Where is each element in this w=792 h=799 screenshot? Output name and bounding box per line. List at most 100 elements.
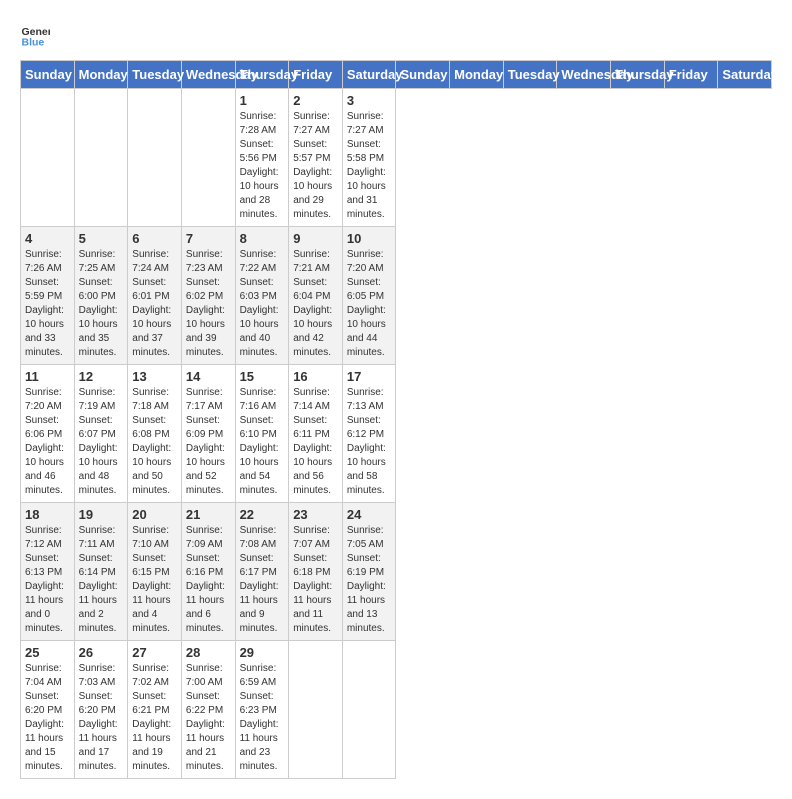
day-number: 27 — [132, 645, 177, 660]
day-number: 12 — [79, 369, 124, 384]
calendar-cell: 3Sunrise: 7:27 AM Sunset: 5:58 PM Daylig… — [342, 89, 396, 227]
calendar-table: SundayMondayTuesdayWednesdayThursdayFrid… — [20, 60, 772, 779]
day-info: Sunrise: 7:26 AM Sunset: 5:59 PM Dayligh… — [25, 248, 70, 360]
day-info: Sunrise: 7:11 AM Sunset: 6:14 PM Dayligh… — [79, 524, 124, 636]
week-row-2: 4 Sunrise: 7:26 AM Sunset: 5:59 PM Daylig… — [21, 227, 772, 365]
day-header-monday: Monday — [74, 61, 128, 89]
day-info: Sunrise: 7:08 AM Sunset: 6:17 PM Dayligh… — [240, 524, 285, 636]
calendar-cell: 10Sunrise: 7:20 AM Sunset: 6:05 PM Dayli… — [342, 227, 396, 365]
day-info: Sunrise: 7:07 AM Sunset: 6:18 PM Dayligh… — [293, 524, 338, 636]
calendar-cell: 18Sunrise: 7:12 AM Sunset: 6:13 PM Dayli… — [21, 503, 75, 641]
day-info: Sunrise: 7:24 AM Sunset: 6:01 PM Dayligh… — [132, 248, 177, 360]
day-info: Sunrise: 7:16 AM Sunset: 6:10 PM Dayligh… — [240, 386, 285, 498]
day-info: Sunrise: 7:17 AM Sunset: 6:09 PM Dayligh… — [186, 386, 231, 498]
day-number: 21 — [186, 507, 231, 522]
day-info: Sunrise: 7:03 AM Sunset: 6:20 PM Dayligh… — [79, 662, 124, 774]
calendar-cell: 26 Sunrise: 7:03 AM Sunset: 6:20 PM Dayli… — [74, 641, 128, 779]
day-number: 23 — [293, 507, 338, 522]
day-info: Sunrise: 7:19 AM Sunset: 6:07 PM Dayligh… — [79, 386, 124, 498]
calendar-cell: 6 Sunrise: 7:24 AM Sunset: 6:01 PM Daylig… — [128, 227, 182, 365]
day-number: 14 — [186, 369, 231, 384]
calendar-cell: 5 Sunrise: 7:25 AM Sunset: 6:00 PM Daylig… — [74, 227, 128, 365]
calendar-cell: 1 Sunrise: 7:28 AM Sunset: 5:56 PM Daylig… — [235, 89, 289, 227]
day-header-saturday: Saturday — [718, 61, 772, 89]
calendar-cell: 16 Sunrise: 7:14 AM Sunset: 6:11 PM Dayli… — [289, 365, 343, 503]
day-number: 5 — [79, 231, 124, 246]
calendar-cell: 12 Sunrise: 7:19 AM Sunset: 6:07 PM Dayli… — [74, 365, 128, 503]
day-number: 26 — [79, 645, 124, 660]
day-header-thursday: Thursday — [235, 61, 289, 89]
calendar-cell — [128, 89, 182, 227]
header-row: SundayMondayTuesdayWednesdayThursdayFrid… — [21, 61, 772, 89]
day-number: 1 — [240, 93, 285, 108]
day-number: 28 — [186, 645, 231, 660]
day-header-saturday: Saturday — [342, 61, 396, 89]
day-info: Sunrise: 7:23 AM Sunset: 6:02 PM Dayligh… — [186, 248, 231, 360]
day-number: 9 — [293, 231, 338, 246]
day-header-wednesday: Wednesday — [557, 61, 611, 89]
day-info: Sunrise: 7:22 AM Sunset: 6:03 PM Dayligh… — [240, 248, 285, 360]
day-header-sunday: Sunday — [21, 61, 75, 89]
day-number: 19 — [79, 507, 124, 522]
calendar-cell: 24Sunrise: 7:05 AM Sunset: 6:19 PM Dayli… — [342, 503, 396, 641]
day-info: Sunrise: 7:25 AM Sunset: 6:00 PM Dayligh… — [79, 248, 124, 360]
day-info: Sunrise: 7:09 AM Sunset: 6:16 PM Dayligh… — [186, 524, 231, 636]
week-row-3: 11 Sunrise: 7:20 AM Sunset: 6:06 PM Dayli… — [21, 365, 772, 503]
day-info: Sunrise: 7:05 AM Sunset: 6:19 PM Dayligh… — [347, 524, 392, 636]
calendar-cell: 27 Sunrise: 7:02 AM Sunset: 6:21 PM Dayli… — [128, 641, 182, 779]
logo-icon: General Blue — [20, 20, 50, 50]
day-info: Sunrise: 7:13 AM Sunset: 6:12 PM Dayligh… — [347, 386, 392, 498]
day-info: Sunrise: 7:21 AM Sunset: 6:04 PM Dayligh… — [293, 248, 338, 360]
day-number: 29 — [240, 645, 285, 660]
day-header-monday: Monday — [450, 61, 504, 89]
calendar-cell — [21, 89, 75, 227]
calendar-cell: 28 Sunrise: 7:00 AM Sunset: 6:22 PM Dayli… — [181, 641, 235, 779]
day-info: Sunrise: 7:10 AM Sunset: 6:15 PM Dayligh… — [132, 524, 177, 636]
calendar-cell — [181, 89, 235, 227]
day-number: 16 — [293, 369, 338, 384]
day-number: 8 — [240, 231, 285, 246]
day-header-friday: Friday — [664, 61, 718, 89]
day-number: 4 — [25, 231, 70, 246]
day-info: Sunrise: 7:20 AM Sunset: 6:06 PM Dayligh… — [25, 386, 70, 498]
calendar-cell: 15 Sunrise: 7:16 AM Sunset: 6:10 PM Dayli… — [235, 365, 289, 503]
day-info: Sunrise: 7:00 AM Sunset: 6:22 PM Dayligh… — [186, 662, 231, 774]
calendar-cell: 2 Sunrise: 7:27 AM Sunset: 5:57 PM Daylig… — [289, 89, 343, 227]
calendar-cell: 8 Sunrise: 7:22 AM Sunset: 6:03 PM Daylig… — [235, 227, 289, 365]
day-number: 25 — [25, 645, 70, 660]
svg-text:Blue: Blue — [22, 37, 45, 49]
calendar-cell: 13 Sunrise: 7:18 AM Sunset: 6:08 PM Dayli… — [128, 365, 182, 503]
calendar-cell: 11 Sunrise: 7:20 AM Sunset: 6:06 PM Dayli… — [21, 365, 75, 503]
day-header-tuesday: Tuesday — [128, 61, 182, 89]
logo: General Blue — [20, 20, 54, 50]
day-number: 3 — [347, 93, 392, 108]
day-number: 22 — [240, 507, 285, 522]
day-number: 15 — [240, 369, 285, 384]
day-number: 10 — [347, 231, 392, 246]
day-info: Sunrise: 7:18 AM Sunset: 6:08 PM Dayligh… — [132, 386, 177, 498]
week-row-4: 18Sunrise: 7:12 AM Sunset: 6:13 PM Dayli… — [21, 503, 772, 641]
calendar-cell: 21 Sunrise: 7:09 AM Sunset: 6:16 PM Dayli… — [181, 503, 235, 641]
calendar-cell: 19 Sunrise: 7:11 AM Sunset: 6:14 PM Dayli… — [74, 503, 128, 641]
calendar-cell: 7 Sunrise: 7:23 AM Sunset: 6:02 PM Daylig… — [181, 227, 235, 365]
day-info: Sunrise: 7:27 AM Sunset: 5:57 PM Dayligh… — [293, 110, 338, 222]
day-number: 18 — [25, 507, 70, 522]
calendar-cell: 23 Sunrise: 7:07 AM Sunset: 6:18 PM Dayli… — [289, 503, 343, 641]
calendar-cell: 20Sunrise: 7:10 AM Sunset: 6:15 PM Dayli… — [128, 503, 182, 641]
day-number: 2 — [293, 93, 338, 108]
day-info: Sunrise: 7:28 AM Sunset: 5:56 PM Dayligh… — [240, 110, 285, 222]
calendar-cell: 4 Sunrise: 7:26 AM Sunset: 5:59 PM Daylig… — [21, 227, 75, 365]
day-info: Sunrise: 7:02 AM Sunset: 6:21 PM Dayligh… — [132, 662, 177, 774]
day-info: Sunrise: 7:04 AM Sunset: 6:20 PM Dayligh… — [25, 662, 70, 774]
day-header-sunday: Sunday — [396, 61, 450, 89]
day-number: 7 — [186, 231, 231, 246]
day-number: 6 — [132, 231, 177, 246]
calendar-cell — [289, 641, 343, 779]
week-row-5: 25 Sunrise: 7:04 AM Sunset: 6:20 PM Dayli… — [21, 641, 772, 779]
day-number: 13 — [132, 369, 177, 384]
page-header: General Blue — [20, 20, 772, 50]
calendar-cell: 22 Sunrise: 7:08 AM Sunset: 6:17 PM Dayli… — [235, 503, 289, 641]
day-info: Sunrise: 7:14 AM Sunset: 6:11 PM Dayligh… — [293, 386, 338, 498]
day-number: 11 — [25, 369, 70, 384]
calendar-cell: 29Sunrise: 6:59 AM Sunset: 6:23 PM Dayli… — [235, 641, 289, 779]
